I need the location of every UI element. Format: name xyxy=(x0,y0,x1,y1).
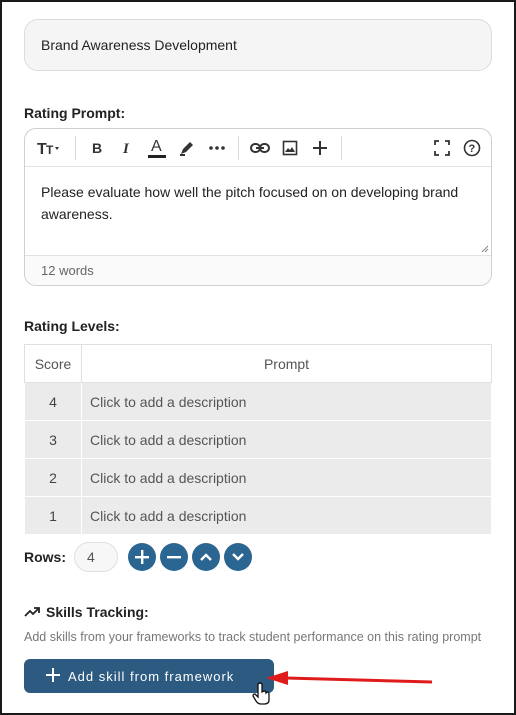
prompt-cell[interactable]: Click to add a description xyxy=(81,458,492,497)
rating-prompt-editor: TT B I A ? Please evaluate how well the … xyxy=(24,128,492,286)
plus-icon xyxy=(46,666,60,686)
dialog-frame: Brand Awareness Development Rating Promp… xyxy=(0,0,516,715)
svg-text:B: B xyxy=(92,140,102,156)
table-row: 1 Click to add a description xyxy=(24,496,492,535)
score-cell: 3 xyxy=(24,420,82,459)
score-cell: 4 xyxy=(24,382,82,421)
prompt-column-header: Prompt xyxy=(81,344,492,383)
image-icon[interactable] xyxy=(275,133,305,163)
toolbar-divider xyxy=(238,135,239,160)
table-row: 2 Click to add a description xyxy=(24,458,492,497)
toolbar-divider xyxy=(341,135,342,160)
prompt-cell[interactable]: Click to add a description xyxy=(81,496,492,535)
move-down-button[interactable] xyxy=(224,543,252,571)
remove-row-button[interactable] xyxy=(160,543,188,571)
rating-levels-table: Score Prompt 4 Click to add a descriptio… xyxy=(24,344,492,535)
resize-handle-icon[interactable] xyxy=(479,243,489,253)
highlight-icon[interactable] xyxy=(172,133,202,163)
font-color-icon[interactable]: A xyxy=(142,133,172,163)
rating-prompt-textarea[interactable]: Please evaluate how well the pitch focus… xyxy=(25,167,491,255)
score-column-header: Score xyxy=(24,344,82,383)
link-icon[interactable] xyxy=(245,133,275,163)
annotation-arrow-icon xyxy=(266,671,433,685)
table-header-row: Score Prompt xyxy=(24,344,492,383)
add-skill-button[interactable]: Add skill from framework xyxy=(24,659,274,693)
toolbar-divider xyxy=(75,135,76,160)
rating-levels-label: Rating Levels: xyxy=(24,318,120,334)
add-row-button[interactable] xyxy=(128,543,156,571)
svg-text:?: ? xyxy=(469,143,476,155)
more-icon[interactable] xyxy=(202,133,232,163)
svg-text:I: I xyxy=(122,141,130,156)
title-input-value: Brand Awareness Development xyxy=(41,37,237,53)
chevron-up-icon xyxy=(200,553,212,561)
table-row: 3 Click to add a description xyxy=(24,420,492,459)
score-cell: 1 xyxy=(24,496,82,535)
italic-icon[interactable]: I xyxy=(112,133,142,163)
score-cell: 2 xyxy=(24,458,82,497)
add-skill-button-label: Add skill from framework xyxy=(68,668,235,684)
trending-up-icon xyxy=(24,607,40,617)
svg-text:A: A xyxy=(151,138,162,155)
minus-icon xyxy=(167,556,181,559)
rows-label: Rows: xyxy=(24,549,66,565)
rows-input-value: 4 xyxy=(87,549,95,565)
text-size-icon[interactable]: TT xyxy=(31,133,69,163)
title-input[interactable]: Brand Awareness Development xyxy=(24,19,492,71)
editor-toolbar: TT B I A ? xyxy=(25,129,491,167)
insert-icon[interactable] xyxy=(305,133,335,163)
rating-prompt-text: Please evaluate how well the pitch focus… xyxy=(41,184,459,222)
skills-tracking-title: Skills Tracking: xyxy=(46,604,149,620)
prompt-cell[interactable]: Click to add a description xyxy=(81,420,492,459)
word-count: 12 words xyxy=(25,255,491,285)
table-row: 4 Click to add a description xyxy=(24,382,492,421)
rows-input[interactable]: 4 xyxy=(74,542,118,572)
rows-control: Rows: 4 xyxy=(24,542,252,572)
svg-text:T: T xyxy=(46,143,54,156)
chevron-down-icon xyxy=(232,553,244,561)
fullscreen-icon[interactable] xyxy=(427,133,457,163)
word-count-text: 12 words xyxy=(41,263,94,278)
prompt-cell[interactable]: Click to add a description xyxy=(81,382,492,421)
skills-tracking-heading: Skills Tracking: xyxy=(24,604,149,620)
help-icon[interactable]: ? xyxy=(457,133,487,163)
hand-cursor-icon xyxy=(252,682,270,705)
skills-description: Add skills from your frameworks to track… xyxy=(24,630,482,644)
move-up-button[interactable] xyxy=(192,543,220,571)
rating-prompt-label: Rating Prompt: xyxy=(24,105,126,121)
plus-icon xyxy=(135,550,149,564)
bold-icon[interactable]: B xyxy=(82,133,112,163)
